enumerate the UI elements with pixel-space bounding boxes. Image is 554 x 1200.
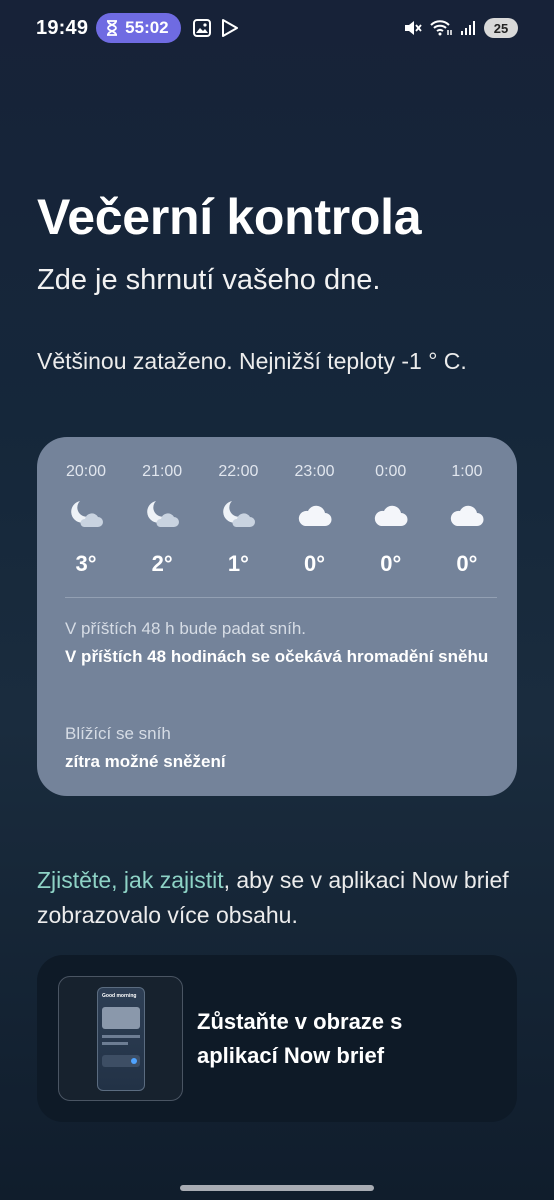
signal-icon — [461, 21, 475, 35]
hourglass-icon — [107, 20, 118, 36]
weather-summary: Většinou zataženo. Nejnižší teploty -1 °… — [37, 348, 467, 374]
wifi-icon — [430, 20, 452, 36]
forecast-time: 0:00 — [375, 463, 407, 480]
alert-text: zítra možné sněžení — [65, 752, 226, 771]
forecast-time: 23:00 — [294, 463, 335, 480]
cloud-icon — [297, 495, 333, 535]
forecast-time: 21:00 — [142, 463, 183, 480]
forecast-hour: 1:00 0° — [445, 463, 489, 577]
battery-indicator: 25 — [484, 18, 518, 38]
forecast-hour: 0:00 0° — [369, 463, 413, 577]
phone-preview: Good morning — [97, 987, 145, 1091]
snow-forecast: Blížící se sníh zítra možné sněžení — [65, 722, 505, 775]
alert-label: V příštích 48 h bude padat sníh. — [65, 619, 306, 638]
forecast-time: 22:00 — [218, 463, 259, 480]
now-brief-card-title: Zůstaňte v obraze s aplikací Now brief — [197, 1009, 403, 1068]
forecast-hour: 22:00 1° — [216, 463, 260, 577]
weather-card[interactable]: 20:00 3° 21:00 2° 22:00 1° 23:00 0° 0:00 0° 1:00 0°… — [37, 437, 517, 796]
forecast-temp: 1° — [227, 551, 249, 576]
forecast-temp: 0° — [304, 551, 326, 576]
thumb-widget — [102, 1007, 140, 1029]
moon-cloud-icon — [68, 495, 104, 535]
forecast-hour: 21:00 2° — [140, 463, 184, 577]
thumb-line — [102, 1042, 128, 1045]
status-time: 19:49 — [36, 16, 89, 39]
hourly-forecast: 20:00 3° 21:00 2° 22:00 1° 23:00 0° 0:00 0° 1:00 0° — [37, 437, 517, 577]
forecast-hour: 23:00 0° — [293, 463, 337, 577]
image-icon — [192, 19, 211, 37]
forecast-hour: 20:00 3° — [64, 463, 108, 577]
timer-value: 55:02 — [125, 18, 169, 37]
divider — [65, 597, 497, 598]
now-brief-card[interactable]: Good morning Zůstaňte v obraze s aplikac… — [37, 955, 517, 1122]
now-brief-thumbnail: Good morning — [58, 976, 183, 1101]
page-subtitle: Zde je shrnutí vašeho dne. — [37, 264, 381, 296]
moon-cloud-icon — [144, 495, 180, 535]
mute-icon — [405, 21, 422, 35]
learn-more-link[interactable]: Zjistěte, jak zajistit — [37, 867, 224, 893]
promo-text: Zjistěte, jak zajistit, aby se v aplikac… — [37, 863, 517, 933]
status-bar: 19:49 55:02 25 — [0, 0, 554, 56]
forecast-temp: 2° — [151, 551, 173, 576]
forecast-time: 20:00 — [65, 463, 107, 480]
cloud-icon — [449, 495, 485, 535]
snow-alert: V příštích 48 h bude padat sníh. V příšt… — [65, 617, 505, 670]
moon-cloud-icon — [220, 495, 256, 535]
page-title: Večerní kontrola — [37, 189, 422, 245]
alert-label: Blížící se sníh — [65, 724, 171, 743]
forecast-temp: 3° — [75, 551, 97, 576]
play-store-icon — [221, 19, 238, 37]
forecast-time: 1:00 — [451, 463, 483, 480]
thumb-heading: Good morning — [102, 993, 137, 999]
thumb-line — [102, 1035, 140, 1038]
forecast-temp: 0° — [456, 551, 478, 576]
home-indicator[interactable] — [180, 1185, 374, 1191]
forecast-temp: 0° — [380, 551, 402, 576]
thumb-toggle — [102, 1055, 140, 1067]
alert-text: V příštích 48 hodinách se očekává hromad… — [65, 647, 489, 666]
timer-pill[interactable]: 55:02 — [96, 13, 181, 43]
cloud-icon — [373, 495, 409, 535]
